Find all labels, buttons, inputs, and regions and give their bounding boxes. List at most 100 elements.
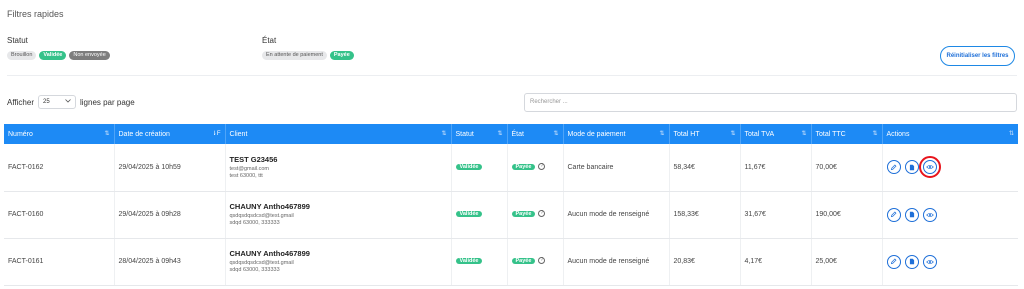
col-tva[interactable]: Total TVA ⇅ [739,124,811,144]
cell-ht: 158,33€ [668,191,740,239]
col-label: Total HT [673,130,700,138]
statut-chips: Brouillon Validée Non envoyée [7,51,110,60]
table-row: FACT-0160 29/04/2025 à 09h28 CHAUNY Anth… [4,191,1018,239]
col-numero[interactable]: Numéro ⇅ [4,124,114,144]
sort-icon: ⇅ [497,131,503,137]
chip-validee[interactable]: Validée [39,51,67,60]
eye-icon[interactable] [922,207,937,222]
col-label: Statut [455,130,474,138]
sort-icon: ⇅ [553,131,559,137]
cell-tva: 31,67€ [739,191,811,239]
page-size-value: 25 [42,99,50,105]
cell-date: 29/04/2025 à 10h59 [113,144,225,192]
sort-icon: ⇅ [730,131,736,137]
page-size-suffix: lignes par page [79,97,135,107]
cell-actions [881,144,1018,192]
cell-mode: Aucun mode de renseigné [562,238,669,286]
pencil-icon[interactable] [886,207,901,222]
document-icon[interactable] [904,207,919,222]
client-name: CHAUNY Antho467899 [229,202,310,211]
sort-icon: ⇅ [441,131,447,137]
status-badge: Validée [455,258,483,264]
invoices-table: Numéro ⇅ Date de création ⇂F Client ⇅ Statu… [4,124,1018,286]
sort-icon: ⇅ [872,131,878,137]
chip-en-attente[interactable]: En attente de paiement [262,51,327,60]
col-label: État [511,130,524,138]
table-row: FACT-0161 28/04/2025 à 09h43 CHAUNY Anth… [4,238,1018,286]
col-mode[interactable]: Mode de paiement ⇅ [562,124,669,144]
col-ttc[interactable]: Total TTC ⇅ [810,124,882,144]
cell-client: CHAUNY Antho467899 qsdqsdqsdcsd@test.gma… [224,238,451,286]
payment-badge: Payée [511,211,536,218]
cell-etat: Payée? [506,144,563,192]
sort-icon: ⇅ [801,131,807,137]
client-name: CHAUNY Antho467899 [229,249,310,258]
col-label: Numéro [8,130,33,138]
table-row: FACT-0162 29/04/2025 à 10h59 TEST G23456… [4,144,1018,192]
col-client[interactable]: Client ⇅ [224,124,451,144]
col-etat[interactable]: État ⇅ [506,124,563,144]
cell-date: 28/04/2025 à 09h43 [113,238,225,286]
client-email: test@gmail.com [229,165,270,172]
info-circle-icon: ? [538,256,546,264]
col-label: Client [229,130,248,138]
chevron-down-icon [65,99,71,105]
document-icon[interactable] [904,254,919,269]
col-ht[interactable]: Total HT ⇅ [668,124,740,144]
info-circle-icon: ? [538,209,546,217]
table-header: Numéro ⇅ Date de création ⇂F Client ⇅ Statu… [4,124,1018,144]
cell-mode: Carte bancaire [562,144,669,192]
pencil-icon[interactable] [886,160,901,175]
page-size-control: Afficher 25 lignes par page [7,95,135,109]
cell-tva: 4,17€ [739,238,811,286]
chip-payee[interactable]: Payée [329,51,354,60]
page-size-select[interactable]: 25 [37,95,76,109]
cell-etat: Payée? [506,191,563,239]
reset-filters-button[interactable]: Réinitialiser les filtres [940,46,1015,66]
client-name: TEST G23456 [229,154,278,164]
client-address: sdqd 63000, 333333 [229,267,280,273]
cell-ttc: 190,00€ [810,191,882,239]
cell-ttc: 25,00€ [810,238,882,286]
etat-chips: En attente de paiement Payée [262,51,354,60]
sort-icon: ⇅ [1008,131,1014,137]
search-input[interactable]: Rechercher ... [524,93,1017,112]
sort-icon: ⇅ [104,131,110,137]
document-icon[interactable] [904,160,919,175]
cell-statut: Validée [450,191,507,239]
cell-date: 29/04/2025 à 09h28 [113,191,225,239]
cell-numero: FACT-0161 [4,238,114,286]
col-label: Total TTC [815,130,846,138]
col-actions: Actions ⇅ [881,124,1018,144]
cell-ht: 58,34€ [668,144,740,192]
col-date[interactable]: Date de création ⇂F [113,124,225,144]
info-circle-icon: ? [538,162,546,170]
cell-client: TEST G23456 test@gmail.com test 63000, t… [224,144,451,192]
client-email: qsdqsdqsdcsd@test.gmail [229,213,294,219]
payment-badge: Payée [511,258,536,265]
col-statut[interactable]: Statut ⇅ [450,124,507,144]
cell-ttc: 70,00€ [810,144,882,192]
statut-filter-label: Statut [7,36,28,45]
client-address: test 63000, ttt [229,172,263,179]
quick-filters-title: Filtres rapides [7,9,64,19]
cell-numero: FACT-0160 [4,191,114,239]
cell-numero: FACT-0162 [4,144,114,192]
cell-tva: 11,67€ [739,144,811,192]
client-email: qsdqsdqsdcsd@test.gmail [229,260,294,266]
page-size-prefix: Afficher [7,97,34,107]
pencil-icon[interactable] [886,254,901,269]
cell-statut: Validée [450,144,507,192]
cell-mode: Aucun mode de renseigné [562,191,669,239]
eye-icon[interactable] [918,156,941,179]
col-label: Total TVA [744,130,775,138]
col-label: Date de création [118,130,170,138]
eye-icon[interactable] [922,254,937,269]
client-address: sdqd 63000, 333333 [229,220,280,226]
cell-ht: 20,83€ [668,238,740,286]
chip-non-envoyee[interactable]: Non envoyée [69,51,110,60]
chip-brouillon[interactable]: Brouillon [7,51,37,60]
cell-etat: Payée? [506,238,563,286]
col-label: Mode de paiement [567,130,626,138]
etat-filter-label: État [262,36,277,45]
